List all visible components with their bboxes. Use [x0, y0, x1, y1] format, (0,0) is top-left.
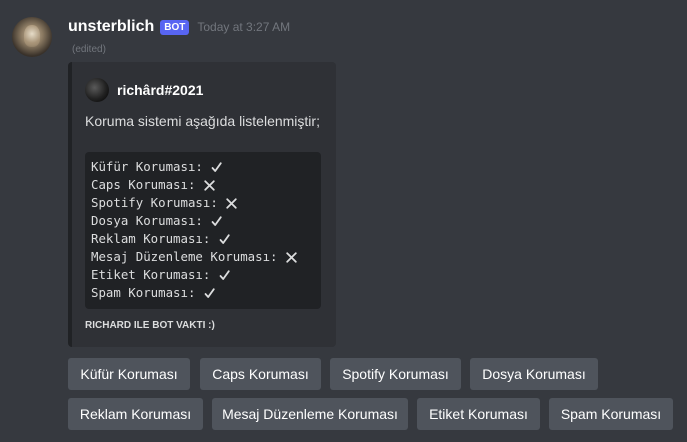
edited-label: (edited)	[72, 44, 106, 55]
spam-koruma-button[interactable]: Spam Koruması	[549, 398, 673, 430]
check-icon	[202, 286, 216, 300]
code-line-text: Caps Koruması:	[91, 177, 196, 192]
embed-footer: RICHARD ILE BOT VAKTI :)	[85, 320, 215, 331]
check-icon	[210, 214, 224, 228]
author-avatar	[85, 78, 109, 102]
code-line: Etiket Koruması:	[91, 266, 315, 284]
code-line-text: Küfür Koruması:	[91, 159, 203, 174]
user-avatar[interactable]	[12, 17, 52, 57]
kufur-koruma-button[interactable]: Küfür Koruması	[68, 358, 190, 390]
mesaj-duzenleme-koruma-button[interactable]: Mesaj Düzenleme Koruması	[212, 398, 408, 430]
cross-icon	[225, 196, 239, 210]
bot-message: unsterblich BOT Today at 3:27 AM (edited…	[0, 0, 687, 442]
code-line: Reklam Koruması:	[91, 230, 315, 248]
embed-description: Koruma sistemi aşağıda listelenmiştir;	[85, 113, 320, 129]
code-line: Mesaj Düzenleme Koruması:	[91, 248, 315, 266]
code-line-text: Spam Koruması:	[91, 285, 196, 300]
message-header: unsterblich BOT Today at 3:27 AM	[68, 17, 290, 37]
check-icon	[217, 232, 231, 246]
cross-icon	[202, 178, 216, 192]
code-line-text: Spotify Koruması:	[91, 195, 218, 210]
check-icon	[210, 160, 224, 174]
spotify-koruma-button[interactable]: Spotify Koruması	[330, 358, 461, 390]
check-icon	[217, 268, 231, 282]
code-block: Küfür Koruması: Caps Koruması: Spotify K…	[85, 152, 321, 309]
timestamp[interactable]: Today at 3:27 AM	[197, 20, 290, 34]
code-line-text: Reklam Koruması:	[91, 231, 211, 246]
caps-koruma-button[interactable]: Caps Koruması	[200, 358, 321, 390]
code-line: Küfür Koruması:	[91, 158, 315, 176]
code-line-text: Etiket Koruması:	[91, 267, 211, 282]
code-line-text: Mesaj Düzenleme Koruması:	[91, 249, 278, 264]
code-line-text: Dosya Koruması:	[91, 213, 203, 228]
etiket-koruma-button[interactable]: Etiket Koruması	[417, 398, 540, 430]
embed-author: richârd#2021	[85, 78, 203, 102]
cross-icon	[285, 250, 299, 264]
code-line: Spam Koruması:	[91, 284, 315, 302]
code-line: Spotify Koruması:	[91, 194, 315, 212]
reklam-koruma-button[interactable]: Reklam Koruması	[68, 398, 203, 430]
dosya-koruma-button[interactable]: Dosya Koruması	[470, 358, 598, 390]
code-line: Dosya Koruması:	[91, 212, 315, 230]
embed-author-name: richârd#2021	[117, 82, 204, 98]
bot-badge: BOT	[160, 19, 190, 35]
embed: richârd#2021 Koruma sistemi aşağıda list…	[68, 62, 336, 347]
code-line: Caps Koruması:	[91, 176, 315, 194]
username[interactable]: unsterblich	[68, 18, 154, 36]
